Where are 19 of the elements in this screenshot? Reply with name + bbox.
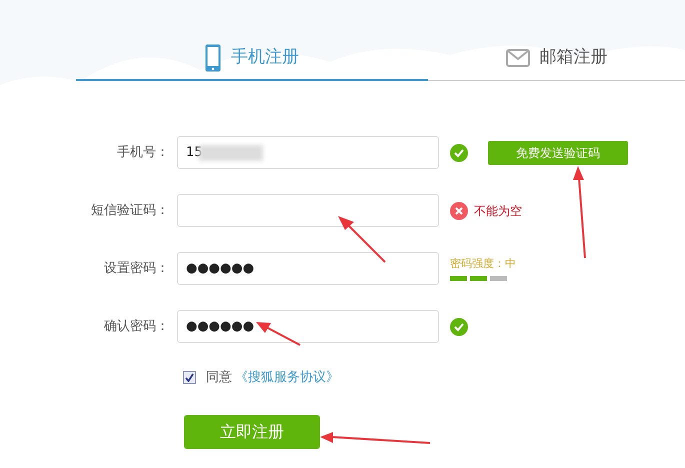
field-label: 短信验证码： — [90, 202, 170, 220]
check-icon — [450, 144, 468, 162]
field-label: 设置密码： — [103, 260, 170, 278]
mail-icon — [506, 49, 530, 67]
error-icon — [450, 202, 468, 220]
annotation-arrow — [338, 216, 386, 263]
checkbox[interactable] — [183, 371, 196, 384]
check-icon — [450, 318, 468, 336]
error-message: 不能为空 — [474, 202, 522, 220]
tab[interactable]: 邮箱注册 — [428, 36, 685, 81]
strength-label: 密码强度：中 — [450, 256, 516, 272]
field-label: 手机号： — [116, 144, 170, 162]
input-field[interactable]: ●●●●●● — [177, 310, 439, 343]
phone-icon — [205, 44, 221, 72]
annotation-arrow — [256, 322, 300, 346]
agree-label: 同意 — [206, 369, 232, 387]
field-label: 确认密码： — [103, 318, 170, 336]
input-field[interactable]: ●●●●●● — [177, 252, 439, 285]
input-field[interactable] — [177, 194, 439, 227]
